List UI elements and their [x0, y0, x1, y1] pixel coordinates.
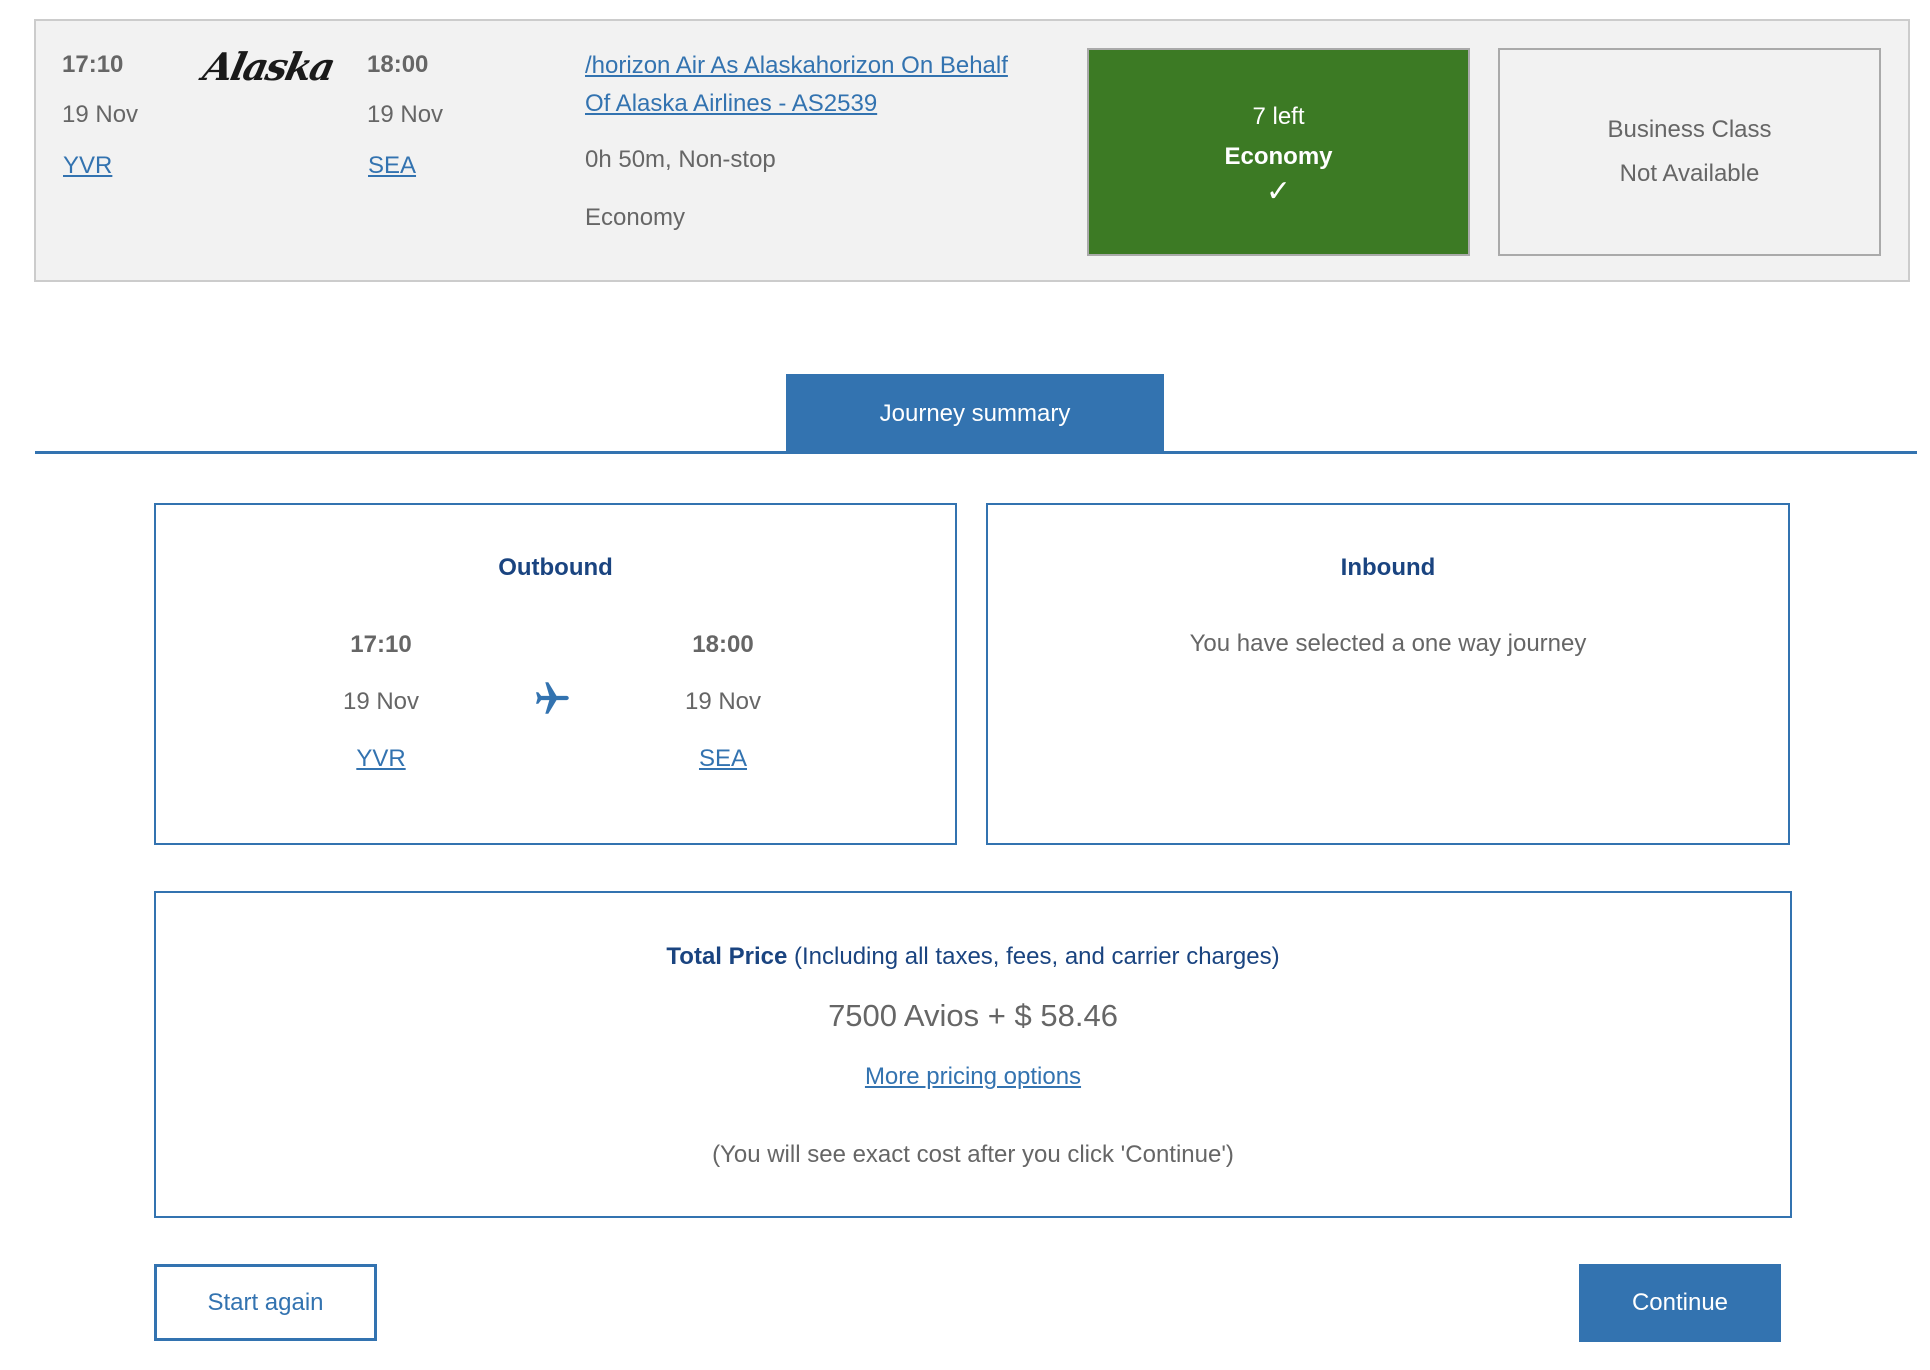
inbound-title: Inbound	[1340, 554, 1436, 581]
total-price-value: 7500 Avios + $ 58.46	[828, 998, 1118, 1033]
outbound-departure: 17:10 19 Nov YVR	[281, 616, 481, 787]
business-option-unavailable: Business Class Not Available	[1498, 48, 1881, 256]
total-price-heading: Total Price (Including all taxes, fees, …	[156, 943, 1790, 971]
departure-airport-link[interactable]: YVR	[63, 152, 112, 180]
outbound-summary: Outbound 17:10 19 Nov YVR 18:00 19 Nov S…	[154, 503, 957, 845]
economy-option-selected[interactable]: 7 left Economy ✓	[1087, 48, 1470, 256]
business-class-label: Business Class	[1607, 116, 1772, 143]
inbound-summary: Inbound You have selected a one way jour…	[986, 503, 1790, 845]
more-pricing-options-link[interactable]: More pricing options	[865, 1063, 1081, 1090]
total-price-panel: Total Price (Including all taxes, fees, …	[154, 891, 1792, 1218]
alaska-airline-logo: Alaska	[199, 44, 338, 89]
outbound-arrival: 18:00 19 Nov SEA	[623, 616, 823, 787]
outbound-departure-time: 17:10	[350, 631, 412, 658]
seats-left: 7 left	[1252, 103, 1305, 130]
price-note: (You will see exact cost after you click…	[712, 1141, 1234, 1168]
departure-time: 17:10	[62, 51, 124, 78]
flight-cabin: Economy	[585, 204, 686, 231]
outbound-departure-airport-link[interactable]: YVR	[356, 745, 405, 772]
outbound-title: Outbound	[498, 554, 613, 581]
flight-duration: 0h 50m, Non-stop	[585, 146, 776, 173]
check-icon: ✓	[1265, 175, 1292, 208]
outbound-departure-date: 19 Nov	[342, 688, 420, 715]
tab-journey-summary[interactable]: Journey summary	[786, 374, 1164, 454]
one-way-message: You have selected a one way journey	[1189, 630, 1587, 657]
start-again-button[interactable]: Start again	[154, 1264, 377, 1341]
total-price-qualifier: (Including all taxes, fees, and carrier …	[787, 943, 1280, 970]
continue-button[interactable]: Continue	[1579, 1264, 1781, 1342]
departure-date: 19 Nov	[62, 101, 139, 128]
economy-label: Economy	[1224, 143, 1333, 170]
total-price-label: Total Price	[666, 943, 788, 970]
outbound-arrival-time: 18:00	[692, 631, 754, 658]
plane-icon	[536, 682, 569, 714]
arrival-date: 19 Nov	[367, 101, 444, 128]
not-available-label: Not Available	[1619, 160, 1760, 187]
flight-number-link[interactable]: /horizon Air As Alaskahorizon On Behalf …	[585, 47, 1055, 123]
flight-link-line2[interactable]: Of Alaska Airlines - AS2539	[585, 85, 1055, 123]
flight-link-line1[interactable]: /horizon Air As Alaskahorizon On Behalf	[585, 47, 1055, 85]
arrival-airport-link[interactable]: SEA	[368, 152, 416, 180]
outbound-arrival-airport-link[interactable]: SEA	[699, 745, 747, 772]
outbound-arrival-date: 19 Nov	[684, 688, 762, 715]
arrival-time: 18:00	[367, 51, 429, 78]
